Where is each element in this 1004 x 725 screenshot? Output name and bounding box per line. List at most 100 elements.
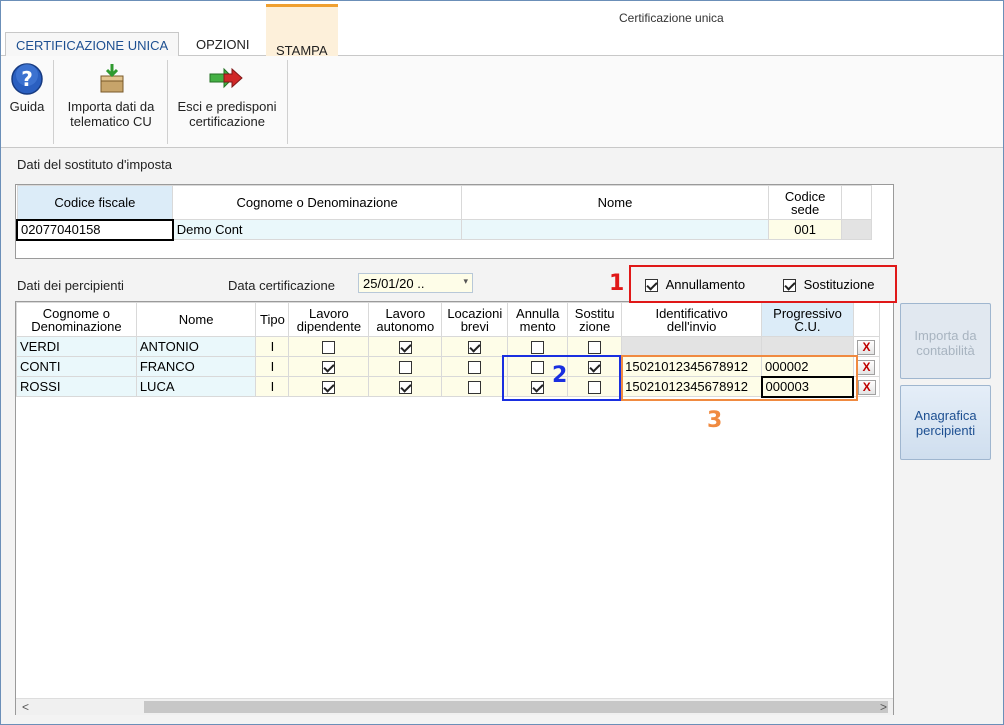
delete-row-button[interactable]: X <box>857 379 876 395</box>
header-codice-fiscale: Codice fiscale <box>16 185 174 220</box>
col-delete <box>852 302 881 337</box>
importa-telematico-button[interactable]: Importa dati da telematico CU <box>59 62 163 129</box>
tab-certificazione-unica[interactable]: CERTIFICAZIONE UNICA <box>5 32 180 57</box>
cognome-cell[interactable]: ROSSI <box>16 376 137 397</box>
sostituto-table: Codice fiscale Cognome o Denominazione N… <box>16 185 872 241</box>
anagrafica-percipienti-button[interactable]: Anagrafica percipienti <box>900 385 991 460</box>
lavoro-autonomo-checkbox[interactable] <box>398 341 412 355</box>
tipo-cell[interactable]: I <box>255 336 290 357</box>
identificativo-cell[interactable] <box>621 336 763 357</box>
scroll-right-icon[interactable]: > <box>880 700 887 714</box>
scroll-left-icon[interactable]: < <box>22 700 29 714</box>
data-certificazione-value: 25/01/20 .. <box>363 276 425 291</box>
lavoro-dipendente-cell <box>288 336 370 357</box>
col-lavoro-dipendente: Lavoro dipendente <box>288 302 370 337</box>
col-locazioni-brevi: Locazioni brevi <box>441 302 509 337</box>
esci-label-2: certificazione <box>189 114 265 129</box>
nome-cell[interactable]: FRANCO <box>135 356 257 377</box>
ribbon-separator <box>287 60 288 144</box>
help-icon: ? <box>11 63 43 95</box>
ribbon-separator <box>53 60 54 144</box>
tab-opzioni[interactable]: OPZIONI <box>186 32 259 57</box>
tab-stampa[interactable]: STAMPA <box>266 4 338 58</box>
cognome-cell[interactable]: CONTI <box>16 356 137 377</box>
delete-row-button[interactable]: X <box>857 359 876 375</box>
col-cognome: Cognome o Denominazione <box>16 302 137 337</box>
title-bar: Certificazione unica <box>1 1 1003 31</box>
annotation-number-2: 2 <box>552 363 568 388</box>
esci-predisponi-button[interactable]: Esci e predisponi certificazione <box>171 62 283 129</box>
guida-button[interactable]: ? Guida <box>7 62 47 114</box>
ribbon-toolbar: ? Guida Importa dati da telematico CU Es… <box>1 56 1003 148</box>
locazioni-brevi-cell <box>441 376 509 397</box>
col-tipo: Tipo <box>255 302 290 337</box>
ribbon-tabs: CERTIFICAZIONE UNICA OPZIONI STAMPA <box>1 4 1003 58</box>
percipienti-section-title: Dati dei percipienti <box>17 278 124 293</box>
col-annullamento: Annulla mento <box>507 302 569 337</box>
tipo-cell[interactable]: I <box>255 376 290 397</box>
lavoro-dipendente-cell <box>288 376 370 397</box>
col-lavoro-autonomo: Lavoro autonomo <box>368 302 443 337</box>
chevron-down-icon[interactable]: ▾ <box>463 276 468 287</box>
header-nome: Nome <box>460 185 770 220</box>
lavoro-dipendente-checkbox[interactable] <box>322 341 336 355</box>
nome-cell[interactable]: ANTONIO <box>135 336 257 357</box>
header-codice-sede: Codice sede <box>768 185 843 220</box>
guida-label: Guida <box>9 99 45 114</box>
codice-fiscale-field[interactable]: 02077040158 <box>16 218 174 241</box>
lavoro-dipendente-checkbox[interactable] <box>322 361 336 375</box>
nome-cell[interactable]: LUCA <box>135 376 257 397</box>
cognome-field[interactable]: Demo Cont <box>172 219 462 240</box>
annotation-box-1 <box>629 265 897 303</box>
codice-sede-field[interactable]: 001 <box>768 219 843 240</box>
lavoro-autonomo-cell <box>368 356 443 377</box>
progressivo-cell[interactable] <box>761 336 854 357</box>
annullamento-cell <box>507 336 569 357</box>
lavoro-autonomo-checkbox[interactable] <box>398 381 412 395</box>
col-sostituzione: Sostitu zione <box>567 302 623 337</box>
lavoro-dipendente-cell <box>288 356 370 377</box>
locazioni-brevi-cell <box>441 356 509 377</box>
cognome-cell[interactable]: VERDI <box>16 336 137 357</box>
window-title: Certificazione unica <box>619 11 724 25</box>
data-certificazione-picker[interactable]: 25/01/20 .. ▾ <box>358 273 473 293</box>
table-row: VERDI ANTONIO I X <box>16 336 881 357</box>
lavoro-autonomo-cell <box>368 336 443 357</box>
annotation-number-3: 3 <box>707 408 723 433</box>
svg-text:?: ? <box>21 67 33 91</box>
lavoro-autonomo-cell <box>368 376 443 397</box>
locazioni-brevi-checkbox[interactable] <box>468 381 482 395</box>
locazioni-brevi-checkbox[interactable] <box>468 361 482 375</box>
col-identificativo: Identificativo dell'invio <box>621 302 763 337</box>
col-nome: Nome <box>135 302 257 337</box>
annullamento-checkbox[interactable] <box>531 341 545 355</box>
locazioni-brevi-cell <box>441 336 509 357</box>
data-certificazione-label: Data certificazione <box>228 278 335 293</box>
blank-cell <box>841 219 872 240</box>
importa-label-2: telematico CU <box>70 114 152 129</box>
nome-field[interactable] <box>460 219 770 240</box>
app-window: Certificazione unica CERTIFICAZIONE UNIC… <box>0 0 1004 725</box>
lavoro-autonomo-checkbox[interactable] <box>398 361 412 375</box>
header-blank <box>841 185 872 220</box>
import-box-icon <box>100 64 124 93</box>
col-progressivo: Progressivo C.U. <box>761 302 854 337</box>
tipo-cell[interactable]: I <box>255 356 290 377</box>
delete-cell: X <box>852 336 881 357</box>
exit-arrow-icon <box>209 67 243 89</box>
delete-row-button[interactable]: X <box>857 339 876 355</box>
sostituzione-checkbox[interactable] <box>588 341 602 355</box>
esci-label-1: Esci e predisponi <box>177 99 277 114</box>
scrollbar-thumb[interactable] <box>144 701 888 713</box>
sostituto-section-title: Dati del sostituto d'imposta <box>17 157 172 172</box>
lavoro-dipendente-checkbox[interactable] <box>322 381 336 395</box>
annotation-box-3 <box>621 355 858 401</box>
locazioni-brevi-checkbox[interactable] <box>468 341 482 355</box>
header-cognome: Cognome o Denominazione <box>172 185 462 220</box>
ribbon-separator <box>167 60 168 144</box>
sostituto-panel: Codice fiscale Cognome o Denominazione N… <box>15 184 894 259</box>
importa-contabilita-button[interactable]: Importa da contabilità <box>900 303 991 379</box>
annotation-number-1: 1 <box>609 271 625 296</box>
horizontal-scrollbar[interactable]: < > <box>16 698 893 715</box>
importa-label-1: Importa dati da <box>67 99 155 114</box>
